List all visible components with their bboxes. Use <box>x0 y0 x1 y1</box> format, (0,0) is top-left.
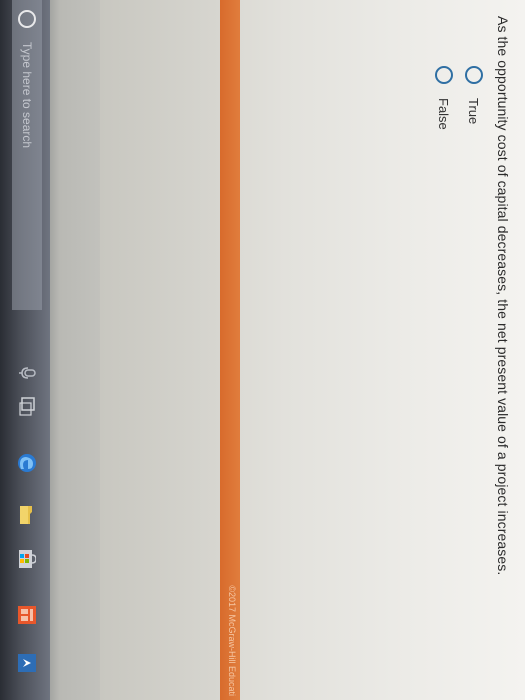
taskbar <box>0 0 50 700</box>
page-lower-area <box>100 0 220 700</box>
option-false[interactable]: False <box>429 66 459 130</box>
option-false-label: False <box>436 98 452 130</box>
screen: As the opportunity cost of capital decre… <box>0 0 525 700</box>
search-input[interactable] <box>20 42 34 282</box>
file-explorer-icon[interactable] <box>16 504 38 526</box>
task-view-icon[interactable] <box>16 396 38 418</box>
cortana-icon[interactable] <box>18 10 36 28</box>
store-icon[interactable] <box>16 548 38 570</box>
app-icon[interactable] <box>16 652 38 674</box>
taskbar-search[interactable] <box>12 0 42 310</box>
question-text: As the opportunity cost of capital decre… <box>495 16 511 576</box>
microphone-icon[interactable] <box>16 362 38 384</box>
copyright-text: ©2017 McGraw-Hill Educati <box>227 585 237 696</box>
radio-true[interactable] <box>465 66 483 84</box>
edge-icon[interactable] <box>16 452 38 474</box>
option-true[interactable]: True <box>459 66 489 124</box>
radio-false[interactable] <box>435 66 453 84</box>
quiz-page: As the opportunity cost of capital decre… <box>240 0 525 700</box>
footer-band: ©2017 McGraw-Hill Educati <box>220 0 240 700</box>
photo-frame: As the opportunity cost of capital decre… <box>0 0 525 700</box>
office-icon[interactable] <box>16 604 38 626</box>
option-true-label: True <box>466 98 482 125</box>
